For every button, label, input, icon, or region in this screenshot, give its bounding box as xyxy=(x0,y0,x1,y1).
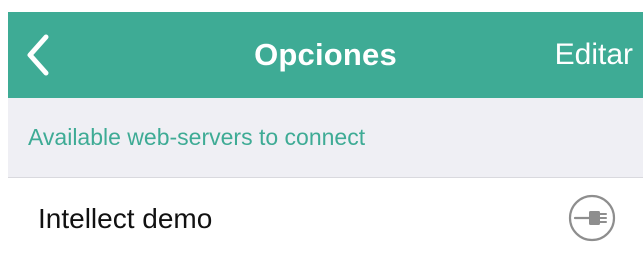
edit-button[interactable]: Editar xyxy=(555,12,633,98)
back-button[interactable] xyxy=(20,30,56,80)
page-title: Opciones xyxy=(254,37,397,72)
plug-icon[interactable] xyxy=(567,193,617,243)
section-header-label: Available web-servers to connect xyxy=(28,124,366,150)
app-screen: Opciones Editar Available web-servers to… xyxy=(0,0,643,260)
server-list-item[interactable]: Intellect demo xyxy=(8,178,643,260)
server-name: Intellect demo xyxy=(38,203,213,234)
chevron-left-icon xyxy=(27,34,49,76)
section-header: Available web-servers to connect xyxy=(8,98,643,178)
top-margin xyxy=(0,0,643,12)
navigation-bar: Opciones Editar xyxy=(8,12,643,98)
